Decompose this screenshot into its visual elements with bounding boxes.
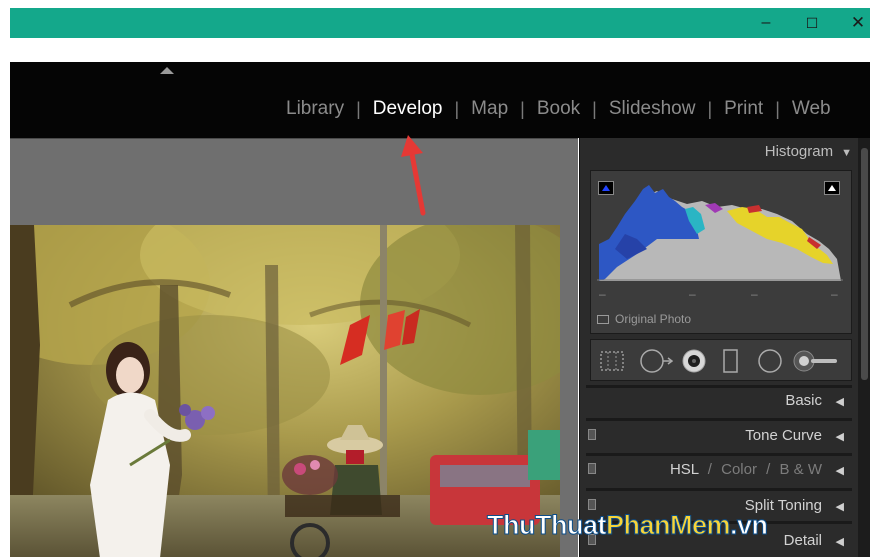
original-photo-toggle[interactable]: Original Photo [597, 312, 691, 326]
highlight-clipping-toggle[interactable] [824, 181, 840, 195]
module-develop[interactable]: Develop [371, 98, 445, 120]
module-separator: | [454, 98, 460, 119]
shadow-clipping-toggle[interactable] [598, 181, 614, 195]
original-photo-checkbox[interactable] [597, 315, 609, 325]
histogram-title: Histogram [764, 143, 834, 160]
module-book[interactable]: Book [535, 98, 582, 120]
tone-curve-panel-header[interactable]: Tone Curve ◀ [586, 427, 852, 453]
module-separator: | [592, 98, 597, 119]
module-web[interactable]: Web [790, 98, 833, 120]
histogram-header[interactable]: Histogram ▼ [590, 143, 852, 165]
hsl-switch[interactable] [588, 463, 596, 474]
histogram-chart [597, 179, 843, 281]
watermark-part: PhanMem [605, 510, 731, 541]
photo-image [10, 225, 560, 557]
window-titlebar: – ☐ ✕ [0, 0, 870, 38]
color-tab[interactable]: Color [721, 461, 757, 478]
tone-curve-switch[interactable] [588, 429, 596, 440]
left-edge [0, 38, 10, 557]
panel-scroll-thumb[interactable] [861, 148, 868, 380]
maximize-button[interactable]: ☐ [792, 8, 832, 38]
radial-filter-icon[interactable] [757, 348, 783, 374]
collapse-top-panel-icon[interactable] [160, 67, 174, 74]
module-library[interactable]: Library [284, 98, 346, 120]
expand-hsl-icon[interactable]: ◀ [836, 464, 844, 477]
graduated-filter-icon[interactable] [721, 348, 741, 374]
image-canvas[interactable] [10, 138, 578, 557]
watermark-part: .vn [730, 510, 769, 541]
detail-label: Detail [783, 532, 822, 549]
titlebar-accent [10, 8, 870, 38]
basic-panel-label: Basic [785, 392, 822, 409]
panel-divider [586, 418, 852, 421]
panel-divider [586, 385, 852, 388]
panel-divider [586, 488, 852, 491]
histogram-readout: – [751, 287, 758, 301]
module-map[interactable]: Map [469, 98, 510, 120]
photo-preview [10, 225, 560, 557]
close-button[interactable]: ✕ [838, 8, 870, 38]
bw-tab[interactable]: B & W [779, 461, 822, 478]
expand-tone-curve-icon[interactable]: ◀ [836, 430, 844, 443]
expand-basic-icon[interactable]: ◀ [836, 395, 844, 408]
module-separator: | [707, 98, 713, 119]
module-separator: | [775, 98, 780, 119]
spot-removal-icon[interactable] [639, 348, 673, 374]
hsl-slash: / [766, 461, 771, 478]
split-toning-switch[interactable] [588, 499, 596, 510]
site-watermark: ThuThuatPhanMem.vn [487, 510, 769, 541]
expand-detail-icon[interactable]: ◀ [836, 535, 844, 548]
original-photo-label: Original Photo [615, 312, 692, 326]
annotation-arrow-icon [401, 135, 426, 216]
basic-panel-header[interactable]: Basic ◀ [586, 392, 852, 418]
minimize-button[interactable]: – [746, 8, 786, 38]
histogram-readout: – [599, 287, 606, 301]
module-picker: Library | Develop | Map | Book | Slideshow | Print… [284, 98, 833, 120]
expand-split-toning-icon[interactable]: ◀ [836, 500, 844, 513]
menu-strip [10, 38, 870, 62]
tool-strip [590, 339, 852, 381]
hsl-tabs: HSL / Color / B & W [670, 461, 822, 478]
crop-overlay-icon[interactable] [599, 348, 625, 374]
hsl-tab[interactable]: HSL [670, 461, 699, 478]
red-eye-icon[interactable] [681, 348, 707, 374]
histogram-panel[interactable]: – – – – Original Photo [590, 170, 852, 334]
histogram-readout: – [831, 287, 838, 301]
histogram-readout: – [689, 287, 696, 301]
module-separator: | [356, 98, 361, 119]
module-separator: | [520, 98, 525, 119]
adjustment-brush-icon[interactable] [793, 348, 839, 374]
module-print[interactable]: Print [722, 98, 765, 120]
module-slideshow[interactable]: Slideshow [607, 98, 698, 120]
tone-curve-label: Tone Curve [745, 427, 822, 444]
watermark-part: ThuThuat [487, 510, 607, 541]
collapse-histogram-icon[interactable]: ▼ [841, 147, 852, 159]
hsl-slash: / [707, 461, 712, 478]
hsl-panel-header[interactable]: HSL / Color / B & W ◀ [586, 461, 852, 487]
module-picker-bar: Library | Develop | Map | Book | Slideshow | Print… [10, 62, 870, 138]
panel-divider [586, 453, 852, 456]
